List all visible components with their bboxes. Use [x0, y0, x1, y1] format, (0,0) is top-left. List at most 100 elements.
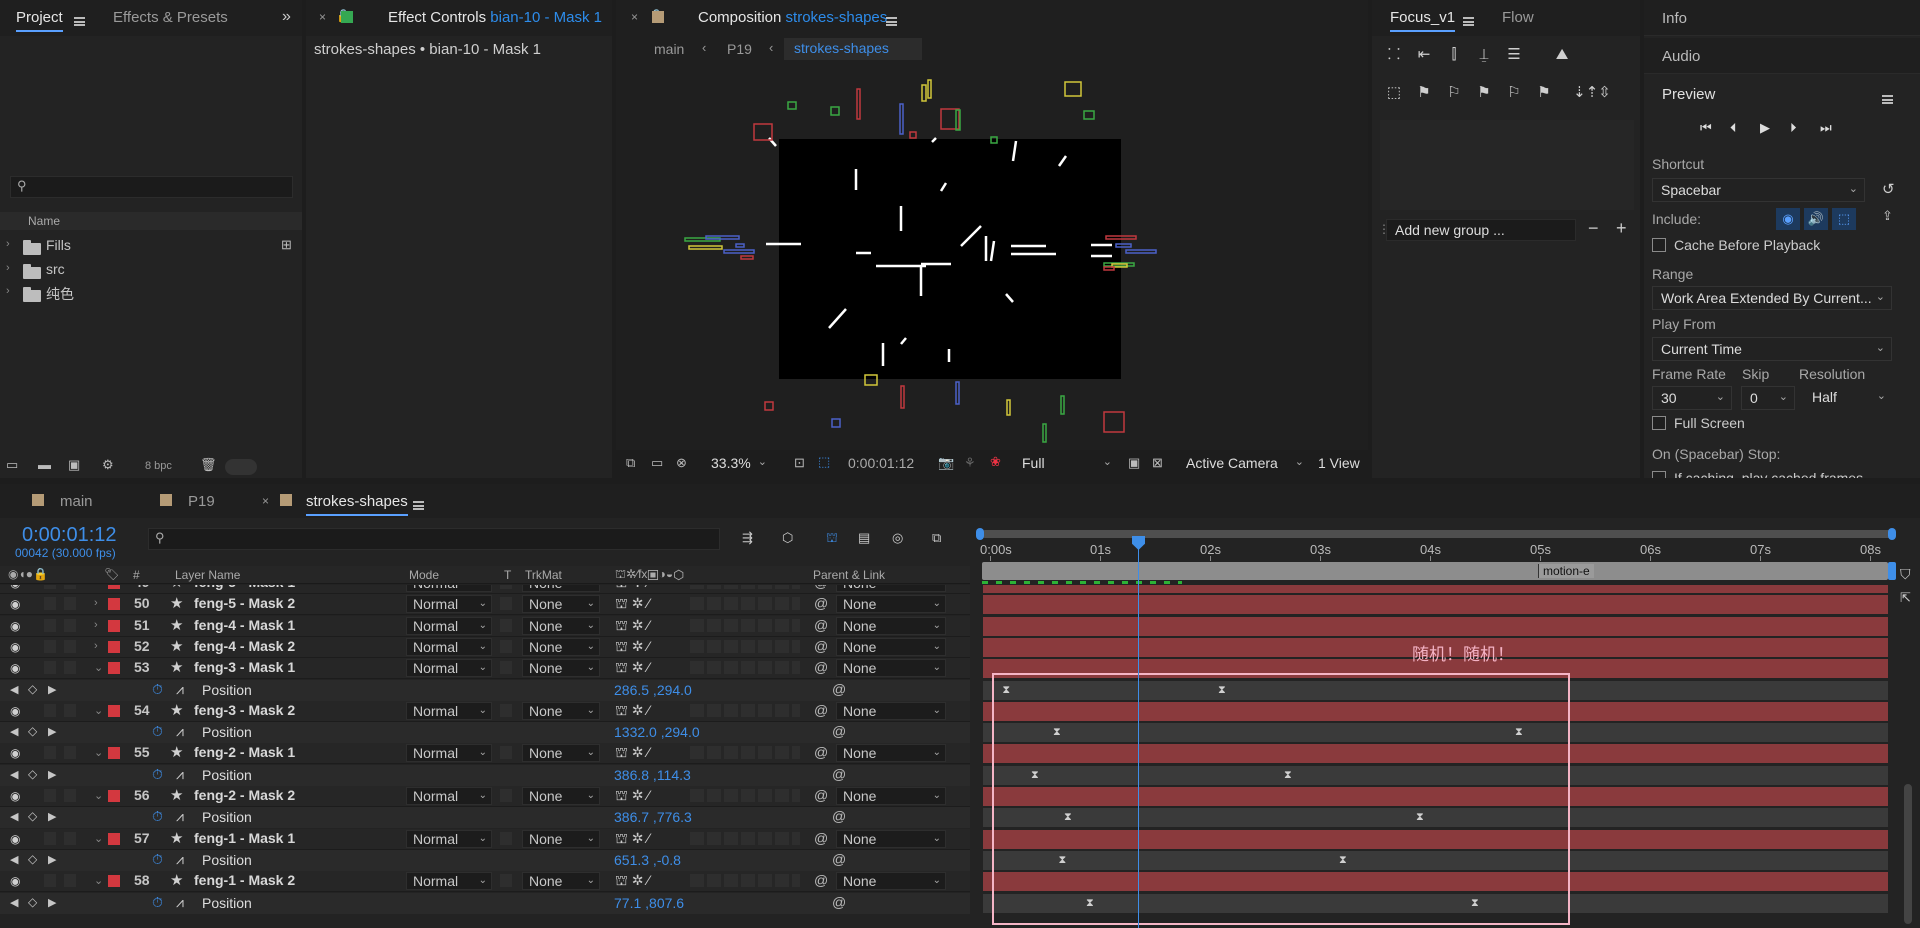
project-menu-icon[interactable]	[74, 17, 85, 27]
current-time-marker-icon[interactable]: ⇱	[1900, 590, 1911, 606]
marker-strip[interactable]	[982, 562, 1888, 580]
previous-frame-icon[interactable]: ⏴	[1730, 120, 1737, 136]
marker-icon[interactable]: ⚑	[1412, 82, 1436, 104]
audio-header[interactable]: Audio	[1644, 38, 1920, 74]
work-area-end-handle[interactable]	[1888, 528, 1896, 540]
first-frame-icon[interactable]: ⏮	[1700, 120, 1712, 136]
skip-dropdown[interactable]: 0 ⌄	[1741, 386, 1795, 410]
col-num[interactable]: #	[133, 568, 140, 582]
draft-3d-icon[interactable]: ⬡	[782, 530, 793, 546]
layer-duration-bar[interactable]	[983, 616, 1888, 636]
tab-timeline-p19[interactable]: P19	[188, 493, 215, 510]
last-frame-icon[interactable]: ⏭	[1820, 120, 1832, 136]
tab-project[interactable]: Project	[16, 9, 63, 32]
new-composition-icon[interactable]: ▣	[68, 457, 80, 473]
mask-visibility-icon[interactable]: ⊗	[676, 455, 687, 471]
remove-group-icon[interactable]: −	[1588, 218, 1599, 239]
next-frame-icon[interactable]: ⏵	[1790, 120, 1797, 136]
project-item[interactable]: › src	[0, 259, 280, 279]
trash-icon[interactable]: 🗑	[200, 457, 217, 473]
tab-composition[interactable]: Composition strokes-shapes	[698, 9, 887, 26]
reset-icon[interactable]: ↺	[1882, 180, 1895, 198]
breadcrumb-main[interactable]: main	[654, 41, 684, 57]
marker-label[interactable]: motion-e	[1538, 564, 1594, 578]
region-of-interest-icon[interactable]: ⊡	[794, 455, 805, 471]
comp-marker-icon[interactable]: ⛉	[1900, 566, 1911, 583]
full-screen-checkbox[interactable]	[1652, 416, 1666, 430]
list-icon[interactable]: ☰	[1502, 44, 1526, 66]
shortcut-dropdown[interactable]: Spacebar ⌄	[1652, 178, 1865, 202]
include-video-icon[interactable]: ◉	[1776, 208, 1800, 230]
distribute-icon[interactable]: ⫿	[1442, 44, 1466, 66]
marker-left-icon[interactable]: ⚐	[1442, 82, 1466, 104]
close-icon[interactable]: ×	[319, 10, 326, 24]
new-folder-icon[interactable]: ▬	[38, 457, 51, 472]
marker-arrow-icon[interactable]: ⚐	[1502, 82, 1526, 104]
col-parent[interactable]: Parent & Link	[813, 568, 885, 582]
shy-layers-icon[interactable]: ⛫	[826, 530, 838, 548]
display-icon[interactable]: ▭	[651, 455, 663, 471]
composition-menu-icon[interactable]	[886, 17, 897, 27]
show-snapshot-icon[interactable]: ⚘	[964, 455, 976, 471]
playhead[interactable]	[1132, 536, 1145, 928]
bpc-label[interactable]: 8 bpc	[145, 460, 172, 472]
transparency-grid-icon[interactable]: ⬚	[818, 454, 830, 470]
preview-header[interactable]: Preview	[1644, 76, 1920, 112]
select-all-icon[interactable]: ⸬	[1382, 44, 1406, 66]
right-edge-handle[interactable]	[1888, 562, 1896, 580]
resolution-dropdown[interactable]: Full ⌄	[1014, 452, 1118, 476]
expand-chevron-icon[interactable]: ›	[6, 285, 10, 297]
graph-editor-icon[interactable]: ⧉	[932, 530, 941, 546]
tab-timeline-main[interactable]: main	[60, 493, 93, 510]
breadcrumb-p19[interactable]: P19	[727, 41, 752, 57]
export-icon[interactable]: ⇪	[1882, 208, 1893, 224]
preview-menu-icon[interactable]	[1882, 95, 1893, 105]
timeline-scrollbar[interactable]	[1904, 784, 1912, 924]
comp-flowchart-icon[interactable]: ⇶	[742, 530, 753, 546]
timeline-menu-icon[interactable]	[413, 501, 424, 511]
pin-icon[interactable]: ⍊	[1472, 44, 1496, 66]
fast-preview-icon[interactable]: ▣	[1128, 455, 1140, 471]
frame-rate-dropdown[interactable]: 30 ⌄	[1652, 386, 1732, 410]
color-channels-icon[interactable]: ❀	[990, 454, 1001, 470]
close-icon[interactable]: ×	[631, 10, 638, 24]
close-icon[interactable]: ×	[262, 494, 269, 508]
col-trkmat[interactable]: TrkMat	[525, 568, 562, 582]
tab-effect-controls[interactable]: Effect Controls bian-10 - Mask 1	[388, 9, 602, 26]
toggle-switch[interactable]	[225, 459, 257, 475]
range-dropdown[interactable]: Work Area Extended By Current... ⌄	[1652, 286, 1892, 310]
zoom-dropdown[interactable]: 33.3% ⌄	[703, 452, 773, 476]
marker-add-icon[interactable]: ⚑	[1532, 82, 1556, 104]
work-area-bar[interactable]	[982, 530, 1894, 538]
timeline-search-input[interactable]: ⚲	[148, 528, 720, 550]
include-overlays-icon[interactable]: ⬚	[1832, 208, 1856, 230]
breadcrumb-current[interactable]: strokes-shapes	[784, 38, 922, 60]
layer-duration-bar[interactable]	[983, 585, 1888, 593]
views-dropdown[interactable]: 1 View	[1310, 452, 1368, 476]
play-from-dropdown[interactable]: Current Time ⌄	[1652, 337, 1892, 361]
project-item[interactable]: › Fills	[0, 235, 280, 255]
snapshot-camera-icon[interactable]: 📷	[938, 455, 954, 471]
frame-blending-icon[interactable]: ▤	[858, 530, 870, 546]
add-group-icon[interactable]: +	[1616, 218, 1627, 239]
col-layer-name[interactable]: Layer Name	[175, 568, 240, 582]
include-audio-icon[interactable]: 🔊	[1804, 208, 1828, 230]
add-marker-icon[interactable]: ⬚	[1382, 82, 1406, 104]
tab-timeline-strokes-shapes[interactable]: strokes-shapes	[306, 493, 408, 516]
play-icon[interactable]: ▶	[1760, 120, 1770, 136]
composition-viewer[interactable]	[616, 66, 1368, 446]
viewer-timecode[interactable]: 0:00:01:12	[848, 455, 914, 471]
marker-right-icon[interactable]: ⚑	[1472, 82, 1496, 104]
timeline-ruler[interactable]: 0:00s 01s 02s 03s 04s 05s 06s 07s 08s motion-e	[976, 524, 1896, 584]
sort-arrows-icon[interactable]: ⇣⇡⇳	[1562, 82, 1622, 104]
tab-focus[interactable]: Focus_v1	[1390, 9, 1456, 32]
if-caching-checkbox[interactable]	[1652, 471, 1666, 478]
mountains-icon[interactable]: ⛰	[1540, 44, 1584, 66]
toggle-transparency-icon[interactable]: ⊠	[1152, 455, 1163, 471]
always-preview-icon[interactable]: ⧉	[626, 455, 635, 471]
tab-flow[interactable]: Flow	[1502, 9, 1534, 26]
project-settings-icon[interactable]: ⚙	[102, 457, 114, 473]
project-search-input[interactable]: ⚲	[10, 176, 293, 198]
expand-chevron-icon[interactable]: ›	[6, 262, 10, 274]
overflow-chevron-icon[interactable]: »	[282, 8, 291, 26]
